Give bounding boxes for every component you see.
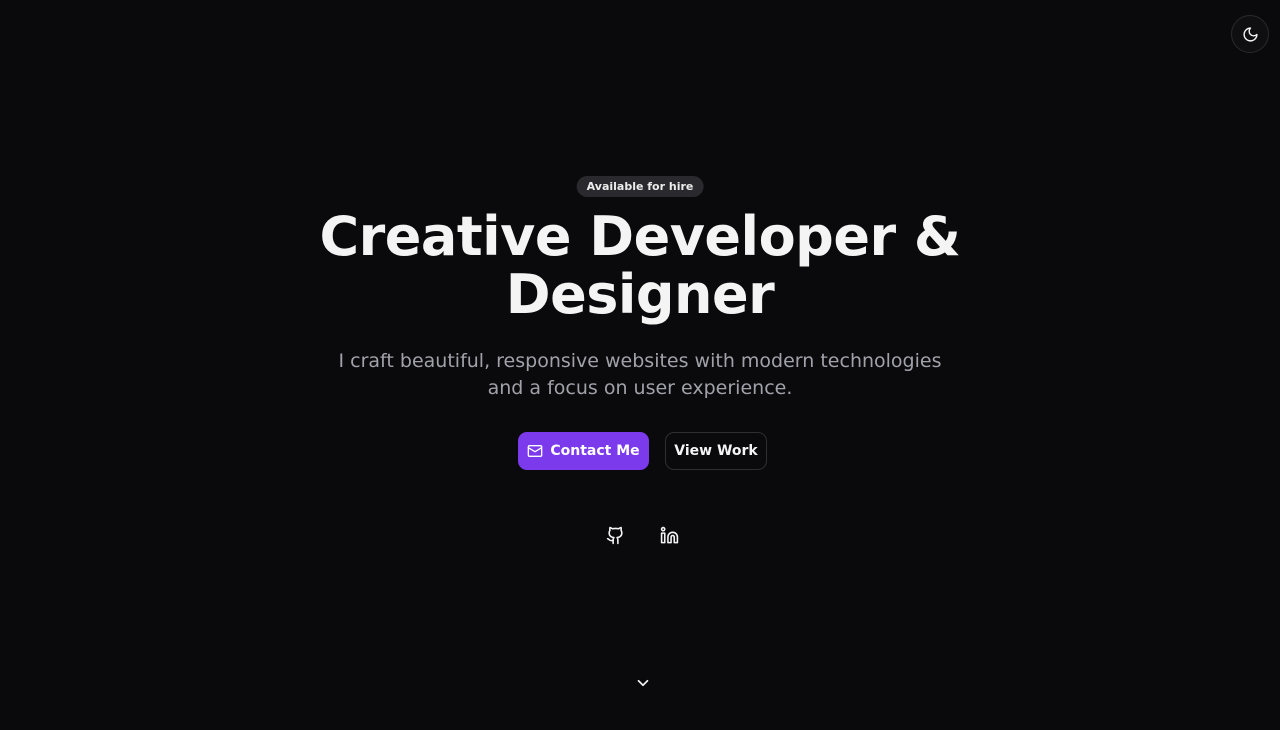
contact-me-button[interactable]: Contact Me (518, 432, 649, 470)
hero-headline: Creative Developer & Designer (0, 208, 1280, 324)
availability-badge: Available for hire (576, 176, 704, 197)
github-link[interactable] (604, 524, 627, 547)
moon-icon (1242, 26, 1259, 43)
contact-me-label: Contact Me (550, 443, 640, 459)
subtitle-line-2: and a focus on user experience. (487, 377, 793, 399)
hero-page: Available for hire Creative Developer & … (0, 0, 1280, 730)
headline-line-2: Designer (505, 263, 775, 326)
subtitle-line-1: I craft beautiful, responsive websites w… (338, 350, 942, 372)
headline-line-1: Creative Developer & (319, 205, 961, 268)
social-links (604, 524, 681, 547)
scroll-down-button[interactable] (632, 672, 654, 694)
linkedin-icon (660, 526, 679, 545)
view-work-button[interactable]: View Work (665, 432, 767, 470)
hero-actions: Contact Me View Work (518, 432, 767, 470)
theme-toggle-button[interactable] (1231, 15, 1269, 53)
hero-subtitle: I craft beautiful, responsive websites w… (0, 348, 1280, 402)
linkedin-link[interactable] (658, 524, 681, 547)
github-icon (606, 526, 625, 545)
chevron-down-icon (634, 674, 652, 692)
mail-icon (527, 443, 543, 459)
